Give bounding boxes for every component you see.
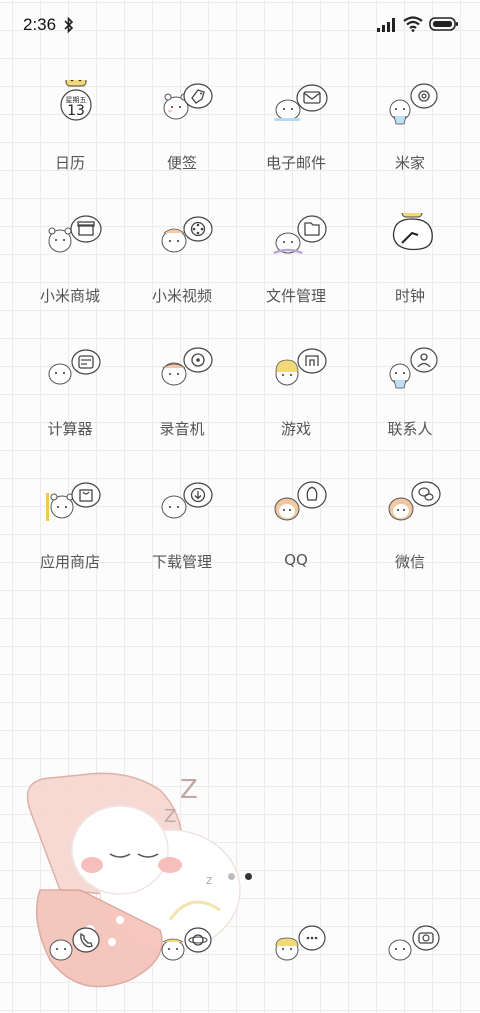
contacts-icon — [389, 347, 438, 389]
app-mi-store[interactable]: 小米商城 — [10, 213, 130, 333]
app-label: 小米视频 — [151, 287, 212, 305]
dock-messages[interactable] — [236, 920, 356, 980]
notes-tag-icon — [163, 83, 213, 120]
app-qq[interactable]: QQ — [236, 479, 356, 599]
dock-camera[interactable] — [350, 920, 470, 980]
mail-icon — [274, 84, 328, 121]
app-label: 便签 — [166, 154, 197, 172]
app-calculator[interactable]: 计算器 — [10, 346, 130, 466]
app-mi-video[interactable]: 小米视频 — [122, 213, 242, 333]
calendar-icon: 星期五 13 — [60, 80, 92, 121]
app-contacts[interactable]: 联系人 — [350, 346, 470, 466]
settings-gear-icon — [389, 83, 438, 125]
app-email[interactable]: 电子邮件 — [236, 80, 356, 200]
app-mijia[interactable]: 米家 — [350, 80, 470, 200]
store-box-icon — [48, 215, 102, 253]
bluetooth-icon — [64, 16, 74, 34]
app-label: QQ — [284, 551, 308, 569]
page-indicator — [222, 872, 262, 882]
qq-penguin-icon — [274, 481, 327, 521]
app-label: 电子邮件 — [265, 154, 326, 172]
app-label: 计算器 — [47, 420, 93, 438]
app-download-manager[interactable]: 下载管理 — [122, 479, 242, 599]
game-icon — [275, 348, 327, 386]
app-clock[interactable]: 时钟 — [350, 213, 470, 333]
app-wechat[interactable]: 微信 — [350, 479, 470, 599]
messages-icon — [275, 925, 326, 961]
app-label: 时钟 — [394, 287, 425, 305]
svg-text:Z: Z — [164, 806, 176, 827]
app-notes[interactable]: 便签 — [122, 80, 242, 200]
dock — [0, 920, 480, 990]
browser-planet-icon — [161, 927, 212, 961]
app-file-manager[interactable]: 文件管理 — [236, 213, 356, 333]
app-label: 小米商城 — [39, 287, 100, 305]
svg-text:Z: Z — [180, 775, 198, 805]
app-game[interactable]: 游戏 — [236, 346, 356, 466]
svg-text:z: z — [206, 873, 212, 887]
phone-icon — [49, 927, 100, 961]
app-store-bag-icon — [46, 482, 101, 521]
calendar-day: 13 — [67, 103, 85, 119]
status-bar: 2:36 — [0, 0, 480, 52]
status-time: 2:36 — [23, 15, 57, 34]
camera-icon — [388, 925, 440, 961]
app-label: 游戏 — [280, 420, 311, 438]
app-label: 米家 — [394, 154, 425, 172]
signal-icon — [377, 18, 395, 32]
app-label: 应用商店 — [39, 553, 100, 571]
app-recorder[interactable]: 录音机 — [122, 346, 242, 466]
app-label: 录音机 — [159, 420, 205, 438]
calculator-icon — [48, 349, 101, 385]
app-app-store[interactable]: 应用商店 — [10, 479, 130, 599]
dock-phone[interactable] — [10, 920, 130, 980]
clock-icon — [392, 213, 433, 251]
app-label: 联系人 — [387, 420, 433, 438]
recorder-icon — [161, 347, 213, 386]
video-reel-icon — [161, 216, 213, 253]
wechat-icon — [388, 481, 441, 521]
page-dot[interactable] — [228, 873, 235, 880]
dock-browser[interactable] — [122, 920, 242, 980]
app-label: 下载管理 — [151, 553, 212, 571]
app-label: 文件管理 — [265, 287, 326, 305]
battery-icon — [429, 17, 458, 31]
folder-icon — [273, 215, 327, 255]
wifi-icon — [403, 16, 423, 32]
app-calendar[interactable]: 星期五 13 日历 — [10, 80, 130, 200]
page-dot-active[interactable] — [245, 873, 252, 880]
app-label: 日历 — [54, 154, 85, 172]
app-label: 微信 — [394, 553, 425, 571]
download-icon — [161, 482, 213, 519]
